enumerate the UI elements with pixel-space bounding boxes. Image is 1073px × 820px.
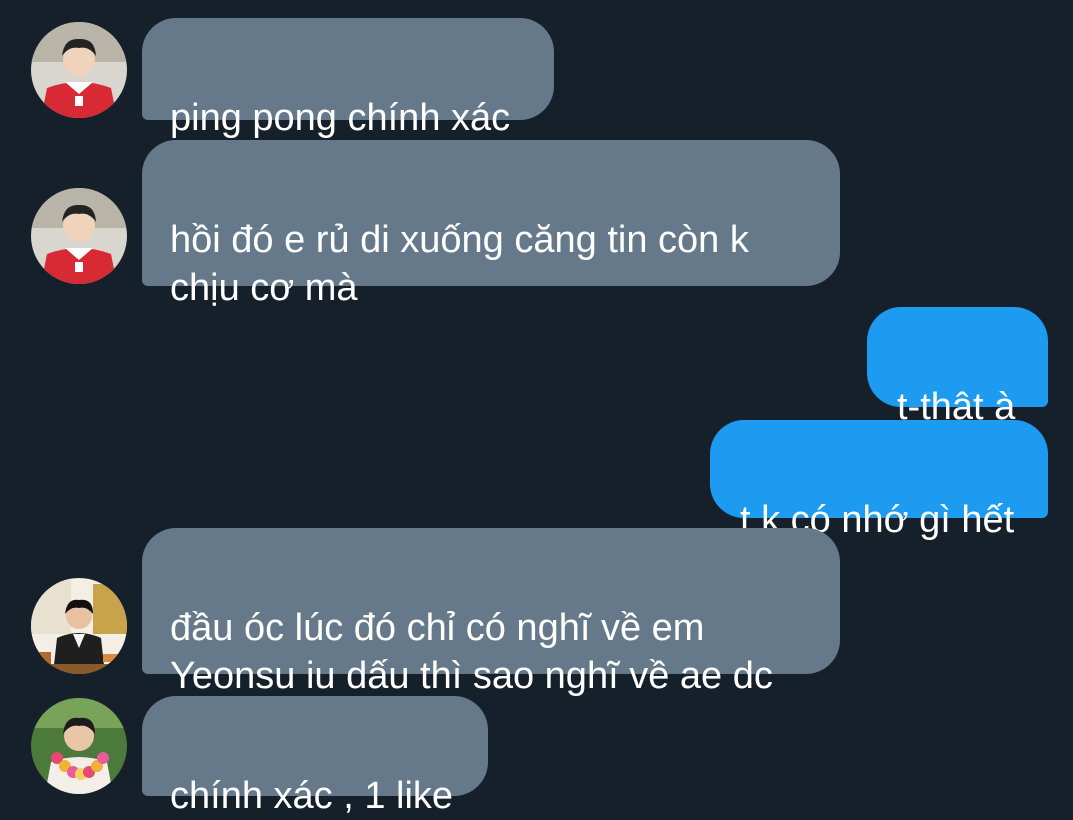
avatar-red-jersey-icon <box>31 188 127 284</box>
message-row: chính xác , 1 like <box>0 696 1073 817</box>
message-bubble[interactable]: hồi đó e rủ di xuống căng tin còn k chịu… <box>142 140 840 309</box>
avatar[interactable] <box>31 578 127 674</box>
avatar[interactable] <box>31 698 127 794</box>
message-bubble[interactable]: đầu óc lúc đó chỉ có nghĩ về em Yeonsu i… <box>142 528 840 697</box>
message-bubble[interactable]: t-thật à <box>867 307 1048 428</box>
message-text: hồi đó e rủ di xuống căng tin còn k chịu… <box>170 219 749 309</box>
message-bubble[interactable]: t k có nhớ gì hết <box>710 420 1048 541</box>
message-row: hồi đó e rủ di xuống căng tin còn k chịu… <box>0 140 1073 309</box>
avatar[interactable] <box>31 188 127 284</box>
avatar-cafe-icon <box>31 578 127 674</box>
message-row: t k có nhớ gì hết <box>0 420 1073 541</box>
avatar[interactable] <box>31 22 127 118</box>
avatar-flower-garland-icon <box>31 698 127 794</box>
message-text: chính xác , 1 like <box>170 775 454 817</box>
message-bubble[interactable]: chính xác , 1 like <box>142 696 488 817</box>
message-text: ping pong chính xác <box>170 97 511 139</box>
avatar-red-jersey-icon <box>31 22 127 118</box>
chat-thread[interactable]: ping pong chính xác hồi đó e rủ di xuống… <box>0 0 1073 817</box>
message-row: t-thật à <box>0 307 1073 428</box>
message-row: đầu óc lúc đó chỉ có nghĩ về em Yeonsu i… <box>0 528 1073 697</box>
message-row: ping pong chính xác <box>0 18 1073 139</box>
message-bubble[interactable]: ping pong chính xác <box>142 18 554 139</box>
message-text: đầu óc lúc đó chỉ có nghĩ về em Yeonsu i… <box>170 607 773 697</box>
